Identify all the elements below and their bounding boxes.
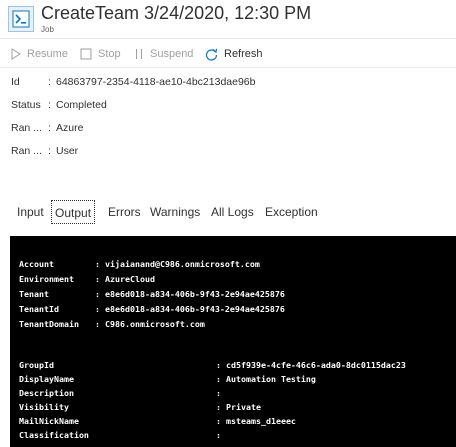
console-value: vijaianand@C986.onmicrosoft.com	[105, 259, 260, 269]
refresh-button[interactable]: Refresh	[205, 46, 263, 62]
console-value: e8e6d018-a834-406b-9f43-2e94ae425876	[105, 304, 285, 314]
tab-output[interactable]: Output	[51, 200, 96, 224]
property-colon: :	[48, 145, 51, 157]
console-separator: :	[216, 388, 221, 398]
property-colon: :	[48, 99, 51, 111]
tab-errors[interactable]: Errors	[108, 200, 141, 224]
console-key: DisplayName	[19, 374, 74, 384]
property-value: User	[56, 145, 79, 157]
console-separator: :	[95, 289, 100, 299]
tab-input[interactable]: Input	[17, 200, 44, 224]
console-separator: :	[216, 374, 221, 384]
console-separator: :	[95, 274, 100, 284]
property-label: Id	[11, 76, 20, 88]
console-separator: :	[216, 360, 221, 370]
stop-label: Stop	[98, 48, 121, 60]
console-separator: :	[95, 319, 100, 329]
stop-button[interactable]: Stop	[80, 46, 121, 62]
play-icon	[11, 48, 21, 60]
console-value: msteams_d1eeec	[226, 416, 296, 426]
page-title: CreateTeam 3/24/2020, 12:30 PM	[41, 3, 312, 23]
property-colon: :	[48, 122, 51, 134]
stop-icon	[80, 48, 92, 60]
property-value: Completed	[56, 99, 107, 111]
console-value: e8e6d018-a834-406b-9f43-2e94ae425876	[105, 289, 285, 299]
property-label: Ran ...	[11, 145, 42, 157]
console-key: Environment	[19, 274, 74, 284]
console-separator: :	[216, 430, 221, 440]
console-key: GroupId	[19, 360, 54, 370]
tab-exception[interactable]: Exception	[265, 200, 318, 224]
suspend-label: Suspend	[150, 48, 194, 60]
command-bar: Resume Stop Suspend Refresh	[0, 38, 456, 68]
console-key: Tenant	[19, 289, 49, 299]
console-key: TenantDomain	[19, 319, 79, 329]
resume-button[interactable]: Resume	[11, 46, 68, 62]
console-value: cd5f939e-4cfe-46c6-ada0-8dc0115dac23	[226, 360, 406, 370]
property-label: Ran ...	[11, 122, 42, 134]
resume-label: Resume	[27, 48, 68, 60]
console-key: Classification	[19, 430, 89, 440]
refresh-label: Refresh	[224, 48, 263, 60]
console-separator: :	[95, 259, 100, 269]
pause-icon	[136, 49, 142, 59]
property-colon: :	[48, 76, 51, 88]
page-subtitle: Job	[41, 25, 54, 34]
tab-warnings[interactable]: Warnings	[150, 200, 200, 224]
output-console[interactable]: Account : vijaianand@C986.onmicrosoft.co…	[10, 236, 456, 447]
console-value: Private	[226, 402, 261, 412]
console-value: C986.onmicrosoft.com	[105, 319, 205, 329]
output-tabs: Input Output Errors Warnings All Logs Ex…	[0, 196, 456, 228]
tab-all-logs[interactable]: All Logs	[211, 200, 254, 224]
console-key: Account	[19, 259, 54, 269]
console-value: AzureCloud	[105, 274, 155, 284]
suspend-button[interactable]: Suspend	[134, 46, 193, 62]
console-key: TenantId	[19, 304, 59, 314]
blade-header: CreateTeam 3/24/2020, 12:30 PM Job	[0, 0, 456, 38]
property-value: Azure	[56, 122, 84, 134]
console-separator: :	[95, 304, 100, 314]
console-separator: :	[216, 416, 221, 426]
console-key: Description	[19, 388, 74, 398]
property-value: 64863797-2354-4118-ae10-4bc213dae96b	[56, 76, 256, 88]
refresh-icon	[205, 48, 218, 61]
property-label: Status	[11, 99, 41, 111]
console-key: MailNickName	[19, 416, 79, 426]
console-value: Automation Testing	[226, 374, 316, 384]
console-key: Visibility	[19, 402, 69, 412]
console-separator: :	[216, 402, 221, 412]
job-icon	[8, 6, 34, 32]
